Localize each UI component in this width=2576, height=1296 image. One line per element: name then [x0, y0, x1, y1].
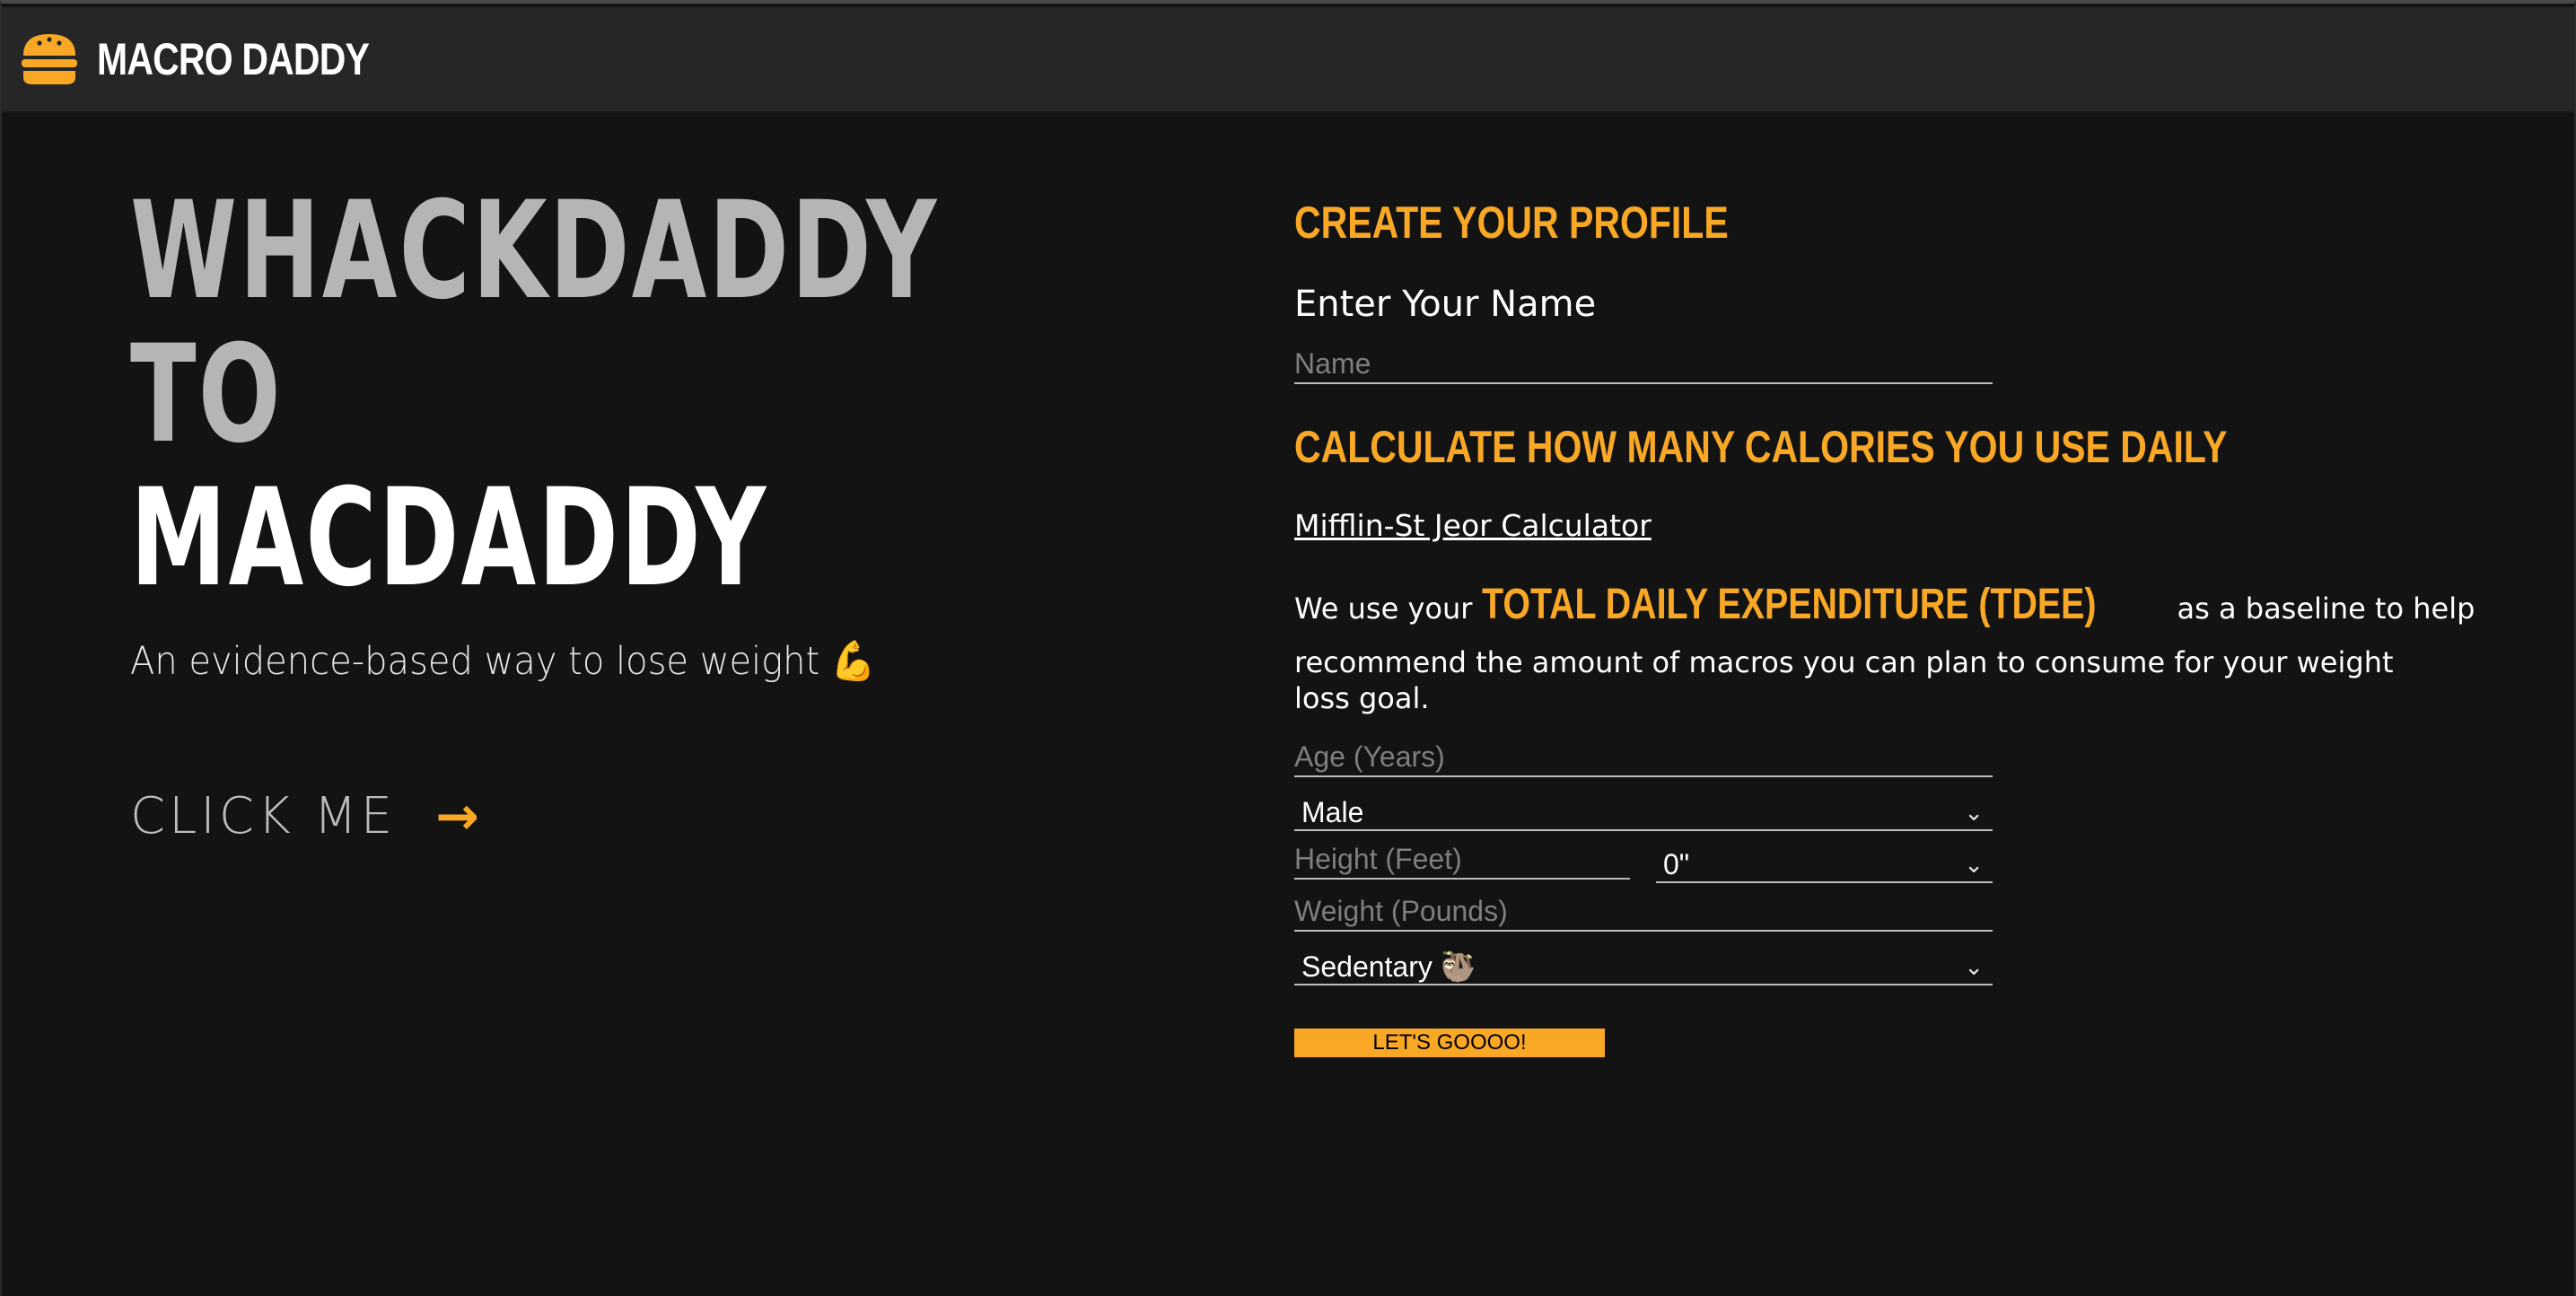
inches-select-value: 0": [1663, 848, 1690, 880]
calculator-heading: CALCULATE HOW MANY CALORIES YOU USE DAIL…: [1294, 422, 2228, 472]
arrow-right-icon: →: [435, 785, 479, 846]
activity-select-value: Sedentary 🦥: [1301, 950, 1476, 983]
submit-button[interactable]: LET'S GOOOO!: [1294, 1029, 1605, 1057]
navbar: MACRO DADDY: [2, 7, 2574, 113]
para-prefix: We use your: [1294, 591, 1473, 626]
tdee-highlight: TOTAL DAILY EXPENDITURE (TDEE): [1481, 581, 2097, 628]
click-me-label: CLICK ME: [130, 786, 397, 845]
name-label: Enter Your Name: [1294, 284, 1597, 325]
burger-logo-icon[interactable]: [20, 31, 79, 88]
height-inches-select[interactable]: 0" ⌄: [1656, 844, 1993, 883]
hero-line-2: TO: [130, 317, 283, 473]
hero-title: WHACKDADDY TO MACDADDY: [130, 180, 939, 610]
name-input[interactable]: [1294, 345, 1993, 384]
hero-subtitle: An evidence-based way to lose weight 💪: [130, 639, 876, 684]
chevron-down-icon: ⌄: [1964, 851, 1984, 878]
tdee-description: We use your TOTAL DAILY EXPENDITURE (TDE…: [1294, 581, 2475, 716]
age-input[interactable]: [1294, 738, 1993, 777]
para-suffix: as a baseline to help: [2177, 591, 2475, 626]
chevron-down-icon: ⌄: [1964, 799, 1984, 826]
brand-name[interactable]: MACRO DADDY: [97, 31, 370, 88]
sex-select-value: Male: [1301, 796, 1364, 828]
mifflin-calculator-link[interactable]: Mifflin-St Jeor Calculator: [1294, 508, 1652, 543]
activity-level-select[interactable]: Sedentary 🦥 ⌄: [1294, 946, 1993, 985]
click-me-button[interactable]: CLICK ME →: [130, 784, 479, 847]
height-feet-input[interactable]: [1294, 840, 1630, 880]
hero-line-3: MACDADDY: [130, 460, 768, 617]
app-window: MACRO DADDY WHACKDADDY TO MACDADDY An ev…: [0, 0, 2576, 1296]
para-rest: recommend the amount of macros you can p…: [1294, 645, 2394, 715]
hero-line-1: WHACKDADDY: [130, 173, 939, 329]
weight-input[interactable]: [1294, 892, 1993, 932]
sex-select[interactable]: Male ⌄: [1294, 792, 1993, 831]
profile-heading: CREATE YOUR PROFILE: [1294, 197, 1729, 248]
chevron-down-icon: ⌄: [1964, 953, 1984, 980]
